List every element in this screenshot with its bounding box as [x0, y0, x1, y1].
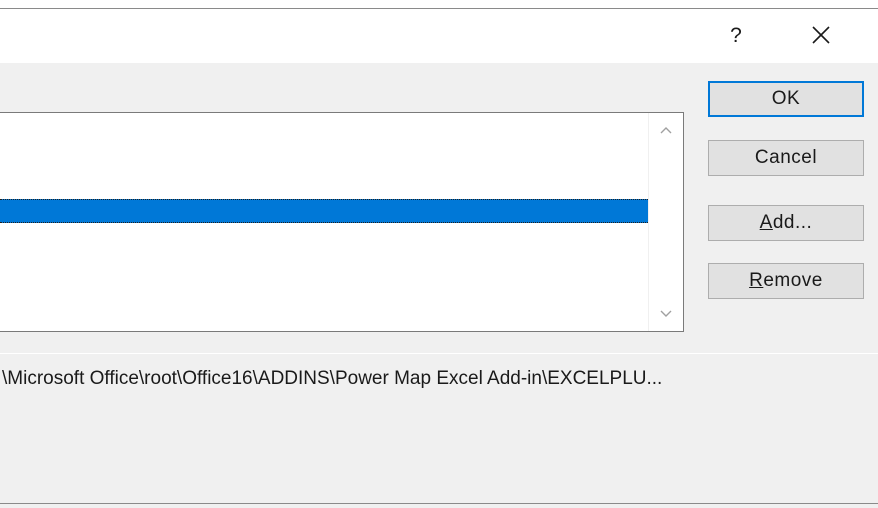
add-button[interactable]: Add...	[708, 205, 864, 241]
scroll-down-button[interactable]	[649, 297, 683, 331]
help-button[interactable]: ?	[718, 19, 754, 53]
separator	[0, 353, 878, 354]
cancel-button[interactable]: Cancel	[708, 140, 864, 176]
close-icon	[812, 26, 830, 44]
close-button[interactable]	[798, 15, 844, 55]
top-border	[0, 0, 878, 9]
list-item-selected[interactable]	[0, 199, 650, 223]
chevron-down-icon	[660, 310, 672, 317]
help-icon: ?	[730, 24, 742, 47]
scroll-up-button[interactable]	[649, 113, 683, 147]
add-in-path-label: \Microsoft Office\root\Office16\ADDINS\P…	[2, 368, 663, 389]
add-ins-listbox[interactable]	[0, 112, 684, 332]
remove-button[interactable]: Remove	[708, 263, 864, 299]
title-bar: ?	[0, 9, 878, 63]
ok-button[interactable]: OK	[708, 81, 864, 117]
add-ins-dialog: ? OK Cancel Add... Remove \Microsoft Off…	[0, 0, 878, 508]
chevron-up-icon	[660, 127, 672, 134]
listbox-scrollbar[interactable]	[648, 113, 683, 331]
bottom-border	[0, 503, 878, 504]
